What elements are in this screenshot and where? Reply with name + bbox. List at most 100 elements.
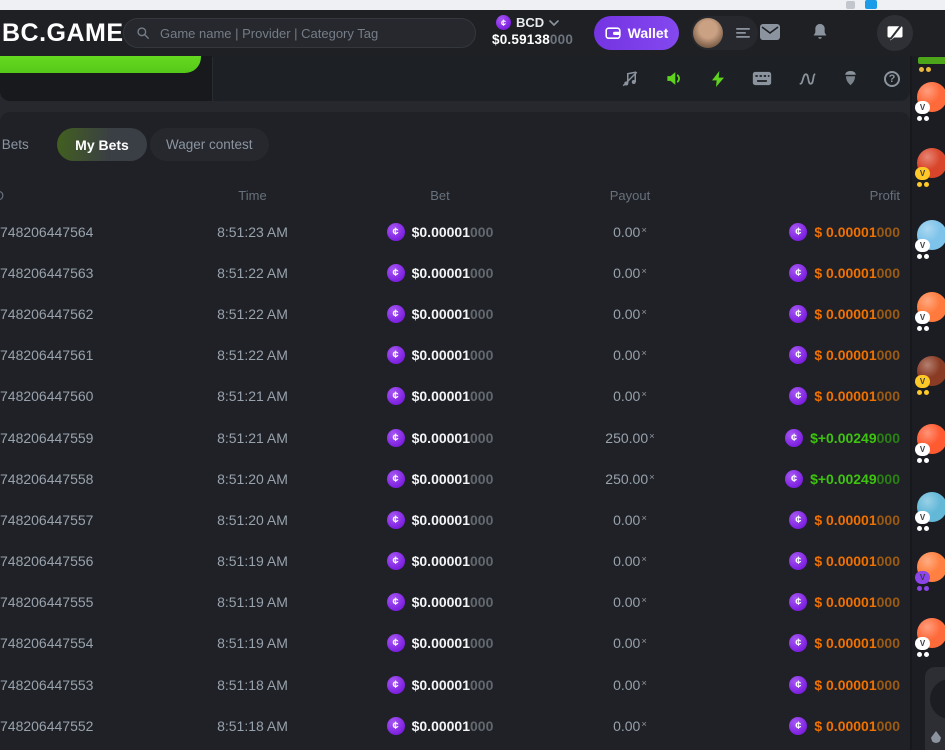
- mail-icon[interactable]: [760, 24, 780, 43]
- table-row[interactable]: 748206447557 8:51:20 AM ¢ $0.00001000 0.…: [0, 499, 910, 540]
- rain-icon: [931, 731, 941, 743]
- search-icon: [136, 26, 150, 40]
- bet-amount: ¢ $0.00001000: [387, 387, 494, 405]
- currency-selector[interactable]: ¢ BCD $0.59138000: [492, 15, 592, 47]
- bet-payout: 0.00×: [613, 512, 647, 528]
- medal-dots: [917, 116, 929, 121]
- bet-profit: ¢ $ 0.00001000: [789, 264, 910, 282]
- chat-footer-button[interactable]: [930, 679, 945, 719]
- sound-icon[interactable]: [665, 69, 684, 88]
- bet-id: 748206447561: [0, 347, 160, 363]
- seed-icon[interactable]: [843, 70, 858, 87]
- table-row[interactable]: 748206447564 8:51:23 AM ¢ $0.00001000 0.…: [0, 211, 910, 252]
- bet-profit: ¢ $+0.00249000: [785, 470, 910, 488]
- table-row[interactable]: 748206447554 8:51:19 AM ¢ $0.00001000 0.…: [0, 623, 910, 664]
- bcd-coin-icon: ¢: [387, 552, 405, 570]
- table-row[interactable]: 748206447556 8:51:19 AM ¢ $0.00001000 0.…: [0, 541, 910, 582]
- bcd-coin-icon: ¢: [387, 676, 405, 694]
- extension-badge[interactable]: [865, 0, 877, 9]
- bet-id: 748206447556: [0, 553, 160, 569]
- hotkeys-keyboard-icon[interactable]: [752, 71, 772, 86]
- bet-amount: ¢ $0.00001000: [387, 634, 494, 652]
- bets-section: All Bets My Bets Wager contest ID Time B…: [0, 112, 910, 750]
- table-row[interactable]: 748206447553 8:51:18 AM ¢ $0.00001000 0.…: [0, 664, 910, 705]
- tab-all-bets[interactable]: All Bets: [0, 128, 29, 161]
- browser-chrome-strip: [0, 0, 945, 10]
- chat-message-avatar: V: [917, 292, 945, 328]
- bet-payout: 0.00×: [613, 224, 647, 240]
- site-logo[interactable]: BC.GAME: [2, 19, 124, 48]
- trends-icon[interactable]: [798, 71, 817, 87]
- help-icon[interactable]: ?: [884, 71, 900, 87]
- bet-profit: ¢ $ 0.00001000: [789, 387, 910, 405]
- bcd-coin-icon: ¢: [789, 593, 807, 611]
- table-header: ID Time Bet Payout Profit: [0, 185, 910, 205]
- bcd-coin-icon: ¢: [789, 511, 807, 529]
- bet-id: 748206447554: [0, 635, 160, 651]
- bet-payout: 250.00×: [605, 430, 654, 446]
- bet-amount: ¢ $0.00001000: [387, 346, 494, 364]
- bet-time: 8:51:18 AM: [217, 718, 288, 734]
- bet-id: 748206447552: [0, 718, 160, 734]
- bcd-coin-icon: ¢: [789, 552, 807, 570]
- column-header-profit: Profit: [870, 188, 910, 203]
- column-header-time: Time: [238, 188, 266, 203]
- bcd-coin-icon: ¢: [387, 593, 405, 611]
- bcd-coin-icon: ¢: [387, 511, 405, 529]
- bet-id: 748206447555: [0, 594, 160, 610]
- bet-payout: 0.00×: [613, 306, 647, 322]
- wallet-button[interactable]: Wallet: [594, 16, 679, 50]
- bet-time: 8:51:21 AM: [217, 430, 288, 446]
- vip-badge: V: [915, 637, 930, 650]
- browser-extension-icon[interactable]: [846, 1, 855, 9]
- balance-amount: $0.59138000: [492, 32, 592, 47]
- bcd-coin-icon: ¢: [387, 264, 405, 282]
- bet-amount: ¢ $0.00001000: [387, 305, 494, 323]
- tab-wager-contest[interactable]: Wager contest: [150, 128, 269, 161]
- screen: BC.GAME ¢ BCD $0.59138000 Wallet: [0, 0, 945, 750]
- bcd-coin-icon: ¢: [387, 387, 405, 405]
- chat-message-avatar: V: [917, 552, 945, 588]
- table-row[interactable]: 748206447560 8:51:21 AM ¢ $0.00001000 0.…: [0, 376, 910, 417]
- tab-my-bets[interactable]: My Bets: [57, 128, 147, 161]
- bcd-coin-icon: ¢: [387, 223, 405, 241]
- bet-id: 748206447564: [0, 224, 160, 240]
- profile-menu[interactable]: [691, 16, 758, 50]
- bet-time: 8:51:19 AM: [217, 553, 288, 569]
- top-navbar: BC.GAME ¢ BCD $0.59138000 Wallet: [0, 10, 945, 56]
- music-off-icon[interactable]: [621, 70, 639, 88]
- bet-time: 8:51:21 AM: [217, 388, 288, 404]
- table-row[interactable]: 748206447558 8:51:20 AM ¢ $0.00001000 25…: [0, 458, 910, 499]
- bet-profit: ¢ $+0.00249000: [785, 429, 910, 447]
- table-row[interactable]: 748206447563 8:51:22 AM ¢ $0.00001000 0.…: [0, 252, 910, 293]
- table-row[interactable]: 748206447552 8:51:18 AM ¢ $0.00001000 0.…: [0, 705, 910, 746]
- bcd-coin-icon: ¢: [387, 429, 405, 447]
- bet-id: 748206447559: [0, 430, 160, 446]
- bet-profit: ¢ $ 0.00001000: [789, 676, 910, 694]
- bcd-coin-icon: ¢: [387, 305, 405, 323]
- vip-badge: V: [915, 571, 930, 584]
- bcd-coin-icon: ¢: [789, 223, 807, 241]
- bet-id: 748206447560: [0, 388, 160, 404]
- bet-id: 748206447563: [0, 265, 160, 281]
- bet-time: 8:51:22 AM: [217, 347, 288, 363]
- table-row[interactable]: 748206447561 8:51:22 AM ¢ $0.00001000 0.…: [0, 335, 910, 376]
- chat-image-fragment: [918, 57, 945, 64]
- table-row[interactable]: 748206447559 8:51:21 AM ¢ $0.00001000 25…: [0, 417, 910, 458]
- turbo-lightning-icon[interactable]: [710, 70, 726, 88]
- bet-id: 748206447557: [0, 512, 160, 528]
- bcd-coin-icon: ¢: [785, 429, 803, 447]
- table-row[interactable]: 748206447562 8:51:22 AM ¢ $0.00001000 0.…: [0, 293, 910, 334]
- chat-toggle-button[interactable]: [877, 15, 913, 51]
- bet-payout: 0.00×: [613, 265, 647, 281]
- table-row[interactable]: 748206447555 8:51:19 AM ¢ $0.00001000 0.…: [0, 582, 910, 623]
- bet-profit: ¢ $ 0.00001000: [789, 593, 910, 611]
- medal-dots: [917, 652, 929, 657]
- bell-icon[interactable]: [812, 22, 828, 44]
- search-input[interactable]: [158, 25, 463, 42]
- chat-message-avatar: V: [917, 356, 945, 392]
- vip-badge: V: [915, 239, 930, 252]
- search-bar[interactable]: [123, 18, 476, 48]
- avatar: [693, 18, 723, 48]
- bcd-coin-icon: ¢: [387, 470, 405, 488]
